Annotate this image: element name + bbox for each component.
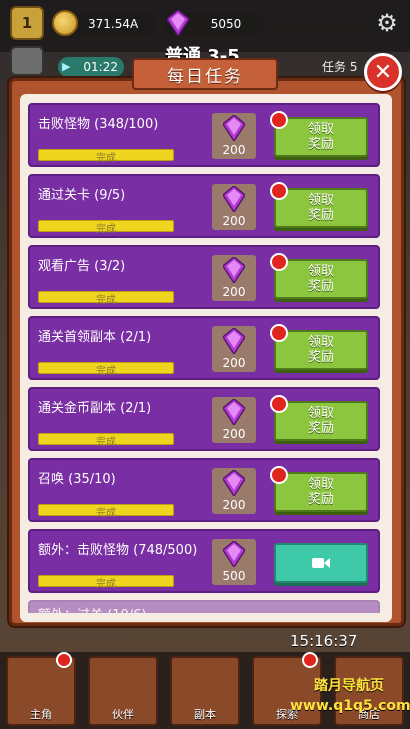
gem-icon — [223, 541, 245, 567]
task-card: 观看广告 (3/2) 完成 200 领取 奖励 — [28, 245, 380, 309]
task-card: 额外：过关 (10/6) — [28, 600, 380, 613]
task-name: 击败怪物 (348/100) — [38, 117, 159, 132]
video-camera-icon — [312, 558, 330, 568]
reward-amount: 200 — [222, 285, 246, 299]
close-button[interactable]: ✕ — [364, 53, 402, 91]
nav-dungeon[interactable]: 副本 — [170, 656, 240, 726]
claim-button[interactable]: 领取 奖励 — [274, 188, 368, 228]
task-name: 通关金币副本 (2/1) — [38, 401, 152, 416]
claim-button[interactable]: 领取 奖励 — [274, 117, 368, 157]
nav-label: 主角 — [30, 708, 52, 721]
nav-label: 伙伴 — [112, 708, 134, 721]
gear-icon[interactable]: ⚙ — [375, 11, 399, 35]
reward-box: 500 — [212, 539, 256, 585]
dialog-title: 每日任务 — [132, 58, 278, 90]
gem-icon — [223, 115, 245, 141]
level-badge[interactable]: 1 — [10, 6, 44, 40]
claim-button[interactable]: 领取 奖励 — [274, 259, 368, 299]
progress-label: 完成 — [96, 579, 116, 590]
claim-label: 领取 奖励 — [307, 477, 334, 507]
watermark-line2: www.q1q5.com — [290, 698, 410, 714]
claim-label: 领取 奖励 — [307, 335, 334, 365]
progress-bar: 完成 — [38, 220, 174, 235]
progress-bar: 完成 — [38, 575, 174, 590]
reward-amount: 200 — [222, 143, 246, 157]
clock: 15:16:37 — [290, 632, 358, 650]
timer-text: 01:22 — [83, 60, 118, 74]
task-name: 通过关卡 (9/5) — [38, 188, 126, 203]
gem-icon — [223, 399, 245, 425]
reward-amount: 200 — [222, 214, 246, 228]
notification-dot — [302, 652, 318, 668]
progress-label: 完成 — [96, 153, 116, 164]
reward-box: 200 — [212, 326, 256, 372]
dialog-title-text: 每日任务 — [167, 66, 243, 87]
reward-box: 200 — [212, 468, 256, 514]
claim-label: 领取 奖励 — [307, 122, 334, 152]
level-number: 1 — [21, 14, 33, 32]
claim-button[interactable]: 领取 奖励 — [274, 330, 368, 370]
task-card: 通关金币副本 (2/1) 完成 200 领取 奖励 — [28, 387, 380, 451]
progress-label: 完成 — [96, 508, 116, 519]
progress-bar: 完成 — [38, 362, 174, 377]
progress-bar: 完成 — [38, 149, 174, 164]
watermark-line1: 踏月导航页 — [314, 678, 384, 694]
task-name: 通关首领副本 (2/1) — [38, 330, 152, 345]
watch-video-button[interactable] — [274, 543, 368, 583]
claim-label: 领取 奖励 — [307, 264, 334, 294]
reward-amount: 200 — [222, 427, 246, 441]
task-card: 击败怪物 (348/100) 完成 200 领取 奖励 — [28, 103, 380, 167]
progress-label: 完成 — [96, 295, 116, 306]
reward-amount: 500 — [222, 569, 246, 583]
reward-box: 200 — [212, 113, 256, 159]
progress-label: 完成 — [96, 437, 116, 448]
nav-label: 副本 — [194, 708, 216, 721]
gem-icon — [167, 10, 189, 36]
task-card: 额外：击败怪物 (748/500) 完成 500 — [28, 529, 380, 593]
notification-dot — [270, 253, 288, 271]
coin-amount: 371.54A — [88, 17, 139, 31]
reward-amount: 200 — [222, 356, 246, 370]
progress-label: 完成 — [96, 366, 116, 377]
notification-dot — [56, 652, 72, 668]
gem-amount: 5050 — [210, 17, 242, 31]
fast-forward-icon: ▶ — [62, 60, 71, 73]
notification-dot — [270, 324, 288, 342]
progress-bar: 完成 — [38, 504, 174, 519]
notification-dot — [270, 111, 288, 129]
task-card: 召唤 (35/10) 完成 200 领取 奖励 — [28, 458, 380, 522]
notification-dot — [270, 466, 288, 484]
task-indicator[interactable]: 任务 5 — [322, 58, 357, 75]
task-name: 额外：击败怪物 (748/500) — [38, 543, 198, 558]
nav-hero[interactable]: 主角 — [6, 652, 76, 726]
claim-label: 领取 奖励 — [307, 406, 334, 436]
task-card: 通过关卡 (9/5) 完成 200 领取 奖励 — [28, 174, 380, 238]
reward-box: 200 — [212, 184, 256, 230]
close-icon: ✕ — [373, 59, 393, 85]
reward-amount: 200 — [222, 498, 246, 512]
progress-label: 完成 — [96, 224, 116, 235]
progress-bar: 完成 — [38, 291, 174, 306]
notification-dot — [270, 182, 288, 200]
task-card: 通关首领副本 (2/1) 完成 200 领取 奖励 — [28, 316, 380, 380]
reward-box: 200 — [212, 255, 256, 301]
claim-label: 领取 奖励 — [307, 193, 334, 223]
watermark: 踏月导航页 www.q1q5.com — [290, 676, 410, 720]
claim-button[interactable]: 领取 奖励 — [274, 472, 368, 512]
gem-icon — [223, 470, 245, 496]
claim-button[interactable]: 领取 奖励 — [274, 401, 368, 441]
gem-icon — [223, 257, 245, 283]
reward-box: 200 — [212, 397, 256, 443]
task-list[interactable]: 击败怪物 (348/100) 完成 200 领取 奖励 通过关卡 (9/5) 完… — [28, 103, 380, 613]
notification-dot — [270, 395, 288, 413]
task-name: 额外：过关 (10/6) — [38, 604, 146, 613]
nav-partner[interactable]: 伙伴 — [88, 656, 158, 726]
task-name: 观看广告 (3/2) — [38, 259, 126, 274]
robot-icon[interactable] — [10, 46, 44, 76]
gem-icon — [223, 328, 245, 354]
progress-bar: 完成 — [38, 433, 174, 448]
task-name: 召唤 (35/10) — [38, 472, 116, 487]
coin-icon — [52, 10, 78, 36]
gem-icon — [223, 186, 245, 212]
